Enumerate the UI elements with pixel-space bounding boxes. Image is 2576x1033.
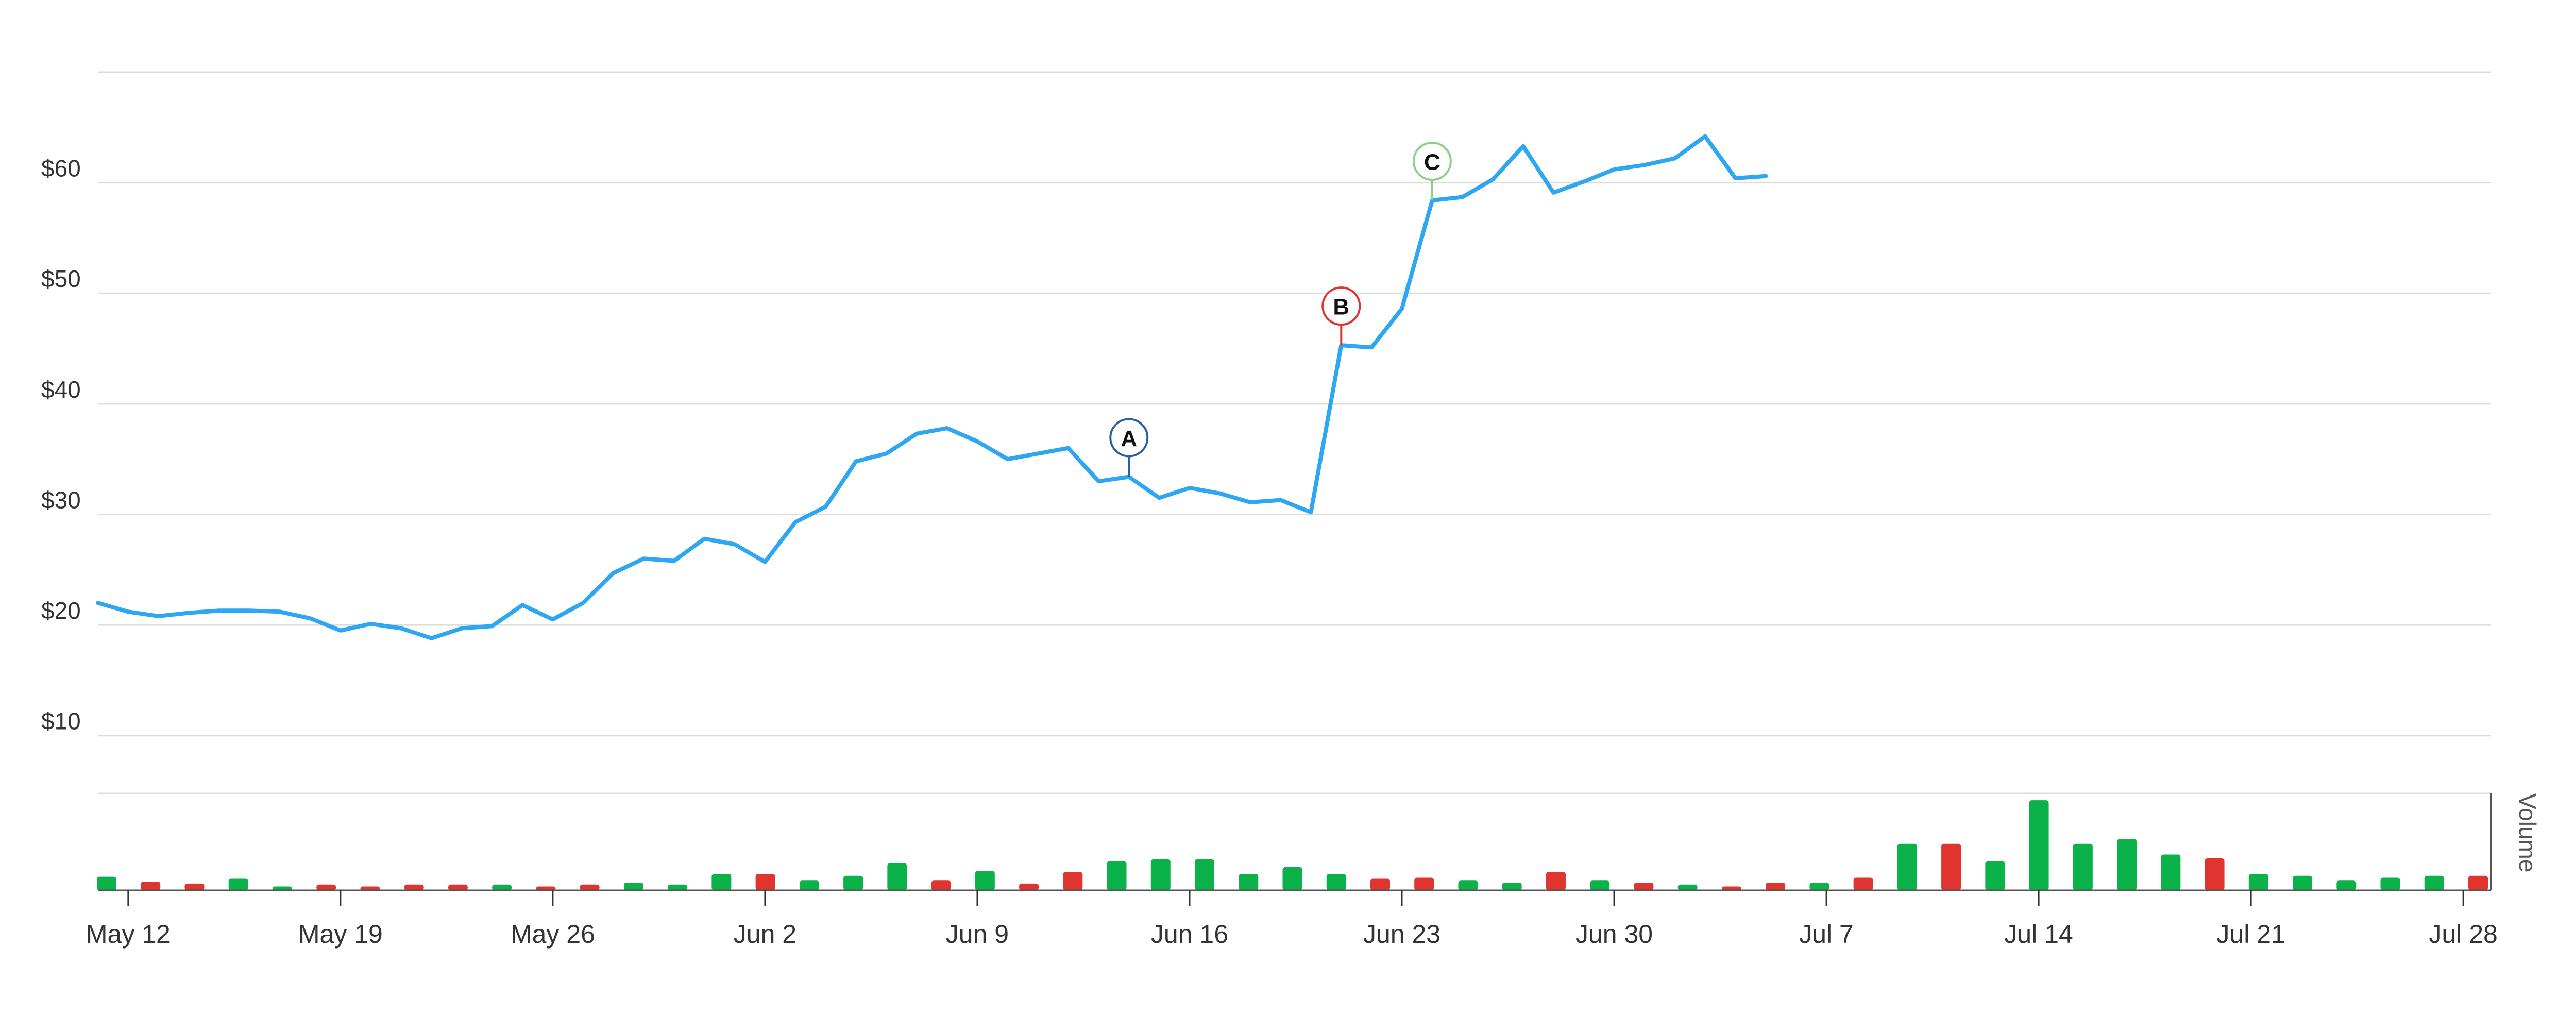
volume-bar: [184, 883, 205, 890]
volume-bar: [1897, 843, 1917, 890]
date-tick-label: Jul 21: [2216, 920, 2285, 949]
volume-bar: [1853, 877, 1873, 890]
date-tick-label: Jun 23: [1363, 920, 1440, 949]
volume-bar: [404, 884, 424, 890]
flag-label: B: [1333, 295, 1349, 320]
price-tick-label: $40: [41, 376, 81, 403]
volume-bar: [1590, 880, 1610, 890]
volume-bar: [1239, 874, 1259, 890]
date-tick-label: May 19: [298, 920, 383, 949]
volume-bar: [1195, 859, 1215, 890]
volume-bar: [97, 876, 116, 890]
price-tick-label: $30: [41, 486, 81, 513]
flag-label: A: [1121, 426, 1137, 451]
volume-bar: [1634, 882, 1654, 890]
price-tick-label: $10: [41, 708, 81, 735]
price-tick-label: $20: [41, 597, 81, 624]
date-tick-label: Jun 9: [946, 920, 1009, 949]
price-series-line: [96, 134, 1768, 640]
volume-bar: [975, 871, 995, 890]
volume-bar: [228, 878, 248, 890]
price-gridlines: [98, 71, 2491, 737]
volume-bar: [843, 875, 863, 890]
volume-bar: [755, 874, 775, 890]
volume-bar: [1458, 880, 1478, 890]
volume-bar: [1809, 882, 1829, 890]
volume-bar: [1414, 877, 1434, 890]
volume-bar: [2073, 843, 2093, 890]
volume-bar: [492, 884, 512, 890]
volume-bar: [1985, 861, 2005, 890]
volume-bar: [711, 874, 732, 890]
volume-bar: [1502, 882, 1522, 890]
volume-bar: [1063, 872, 1083, 890]
price-line-layer: [96, 134, 1768, 640]
volume-bar: [1282, 867, 1302, 890]
volume-bar: [623, 882, 643, 890]
volume-bar: [2424, 875, 2444, 890]
volume-bar: [1546, 872, 1566, 890]
event-flag-b[interactable]: B: [1321, 286, 1361, 346]
volume-bar: [2293, 875, 2313, 890]
volume-bar: [2029, 800, 2049, 890]
date-tick-label: Jun 16: [1151, 920, 1228, 949]
event-flag-a[interactable]: A: [1109, 418, 1149, 477]
volume-bar: [1326, 874, 1346, 890]
date-tick-label: Jul 7: [1799, 920, 1854, 949]
volume-bar: [2117, 839, 2137, 890]
volume-bar: [316, 884, 336, 890]
volume-bar: [668, 884, 688, 890]
volume-bar: [1370, 878, 1390, 890]
date-axis: May 12 May 19 May 26 Jun 2 Jun 9 Jun 16 Jun 23…: [86, 889, 2498, 949]
date-tick-label: Jul 28: [2429, 920, 2497, 949]
date-tick-label: May 12: [86, 920, 171, 949]
price-tick-label: $60: [41, 155, 81, 182]
volume-bar: [1150, 859, 1171, 890]
stock-chart: $10 $20 $30 $40 $50 $60 May 12 May 19 May 26 Jun…: [41, 71, 2541, 949]
chart-stage: $10 $20 $30 $40 $50 $60 May 12 May 19 May 26 Jun…: [0, 0, 2576, 1030]
volume-bar: [2468, 875, 2488, 890]
price-axis-labels: $10 $20 $30 $40 $50 $60: [41, 155, 81, 735]
volume-bar: [141, 882, 161, 890]
price-tick-label: $50: [41, 265, 81, 292]
volume-bar: [1677, 884, 1698, 890]
event-flag-c[interactable]: C: [1412, 141, 1452, 200]
volume-bar: [931, 880, 951, 890]
volume-bar: [799, 880, 819, 890]
volume-bar: [2161, 854, 2181, 890]
volume-bar: [448, 884, 468, 890]
volume-axis-label: Volume: [2514, 793, 2541, 872]
date-tick-label: Jun 30: [1575, 920, 1653, 949]
volume-bar: [580, 884, 600, 890]
volume-bar: [2336, 880, 2357, 890]
volume-bar: [887, 863, 907, 890]
volume-bar: [1019, 883, 1039, 890]
date-tick-label: Jun 2: [734, 920, 796, 949]
volume-bar: [1107, 861, 1127, 890]
volume-bar: [2380, 877, 2400, 890]
flag-label: C: [1424, 149, 1440, 175]
volume-bar: [2248, 874, 2268, 890]
volume-pane: [97, 792, 2492, 890]
volume-bar: [2205, 858, 2225, 890]
volume-bar: [1766, 882, 1786, 890]
date-tick-label: May 26: [511, 920, 595, 949]
date-tick-label: Jul 14: [2004, 920, 2073, 949]
volume-bar: [1941, 843, 1961, 890]
